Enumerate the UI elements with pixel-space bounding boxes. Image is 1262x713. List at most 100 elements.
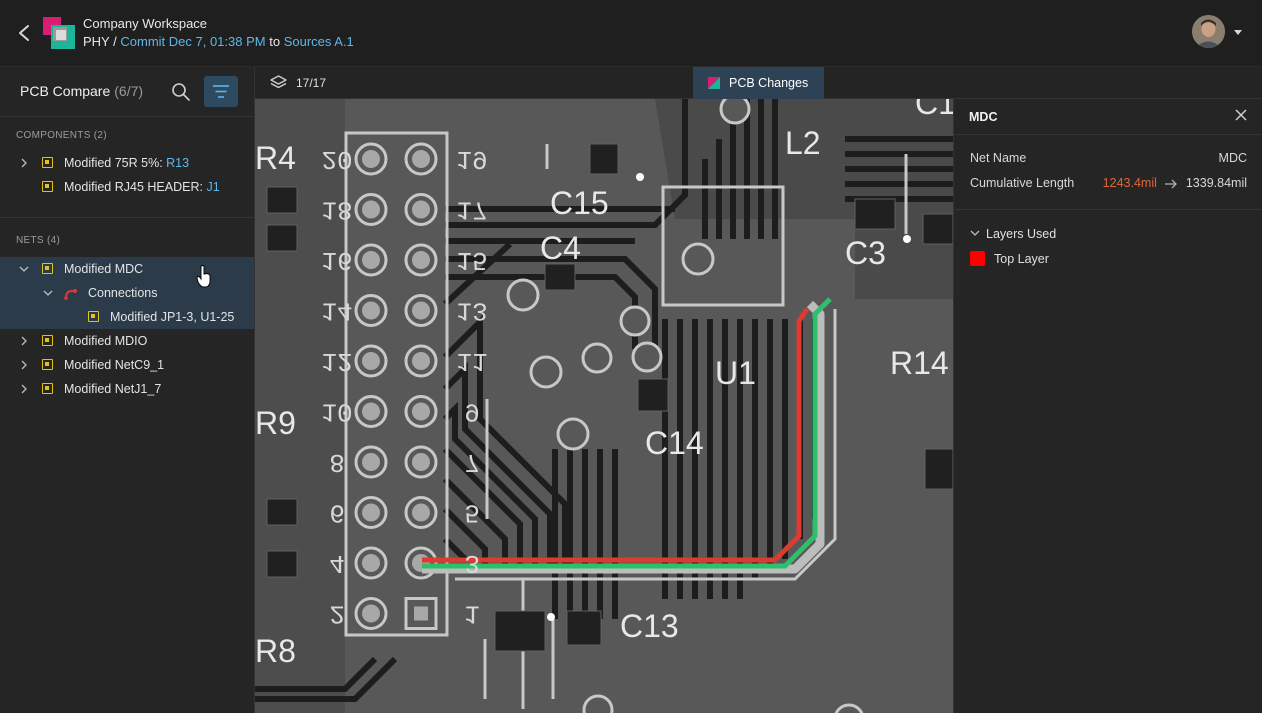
net-connections-item[interactable]: Connections	[0, 281, 254, 305]
pin-hole	[362, 402, 380, 421]
pin-hole	[362, 604, 380, 623]
pin-number-left: 8	[329, 447, 345, 477]
component-label: Modified RJ45 HEADER: J1	[64, 180, 220, 194]
pin-number-right: 11	[456, 346, 487, 376]
net-item-mdio[interactable]: Modified MDIO	[0, 329, 254, 353]
pin-hole	[412, 503, 430, 522]
pin-number-left: 14	[321, 296, 352, 326]
net-icon	[42, 359, 53, 370]
pin-number-left: 20	[321, 144, 352, 174]
pin-hole	[362, 301, 380, 320]
layer-count[interactable]: 17/17	[296, 76, 326, 90]
cumulative-length-label: Cumulative Length	[970, 176, 1075, 190]
component-label: Modified 75R 5%: R13	[64, 156, 190, 170]
pin-number-left: 10	[321, 397, 352, 427]
net-item-netc9[interactable]: Modified NetC9_1	[0, 353, 254, 377]
canvas-toolbar: 17/17 PCB Changes	[255, 67, 1262, 99]
net-label: Modified NetJ1_7	[64, 382, 162, 396]
pin-hole	[362, 554, 380, 572]
inspector-header: MDC	[954, 99, 1262, 135]
designator-r8: R8	[255, 633, 296, 669]
pin-number-left: 6	[329, 498, 345, 528]
sidebar-title-text: PCB Compare	[20, 83, 111, 99]
layer-name: Top Layer	[994, 252, 1049, 266]
component-item-j1[interactable]: Modified RJ45 HEADER: J1	[0, 175, 254, 199]
chevron-right-icon[interactable]	[19, 360, 29, 370]
component-icon	[42, 181, 53, 192]
pin-number-right: 5	[464, 498, 480, 528]
chevron-down-icon[interactable]	[19, 264, 29, 274]
nets-section-label: NETS (4)	[16, 235, 61, 246]
chevron-right-icon[interactable]	[19, 158, 29, 168]
to-word: to	[269, 34, 281, 49]
net-label: Modified MDIO	[64, 334, 148, 348]
sidebar-title: PCB Compare (6/7)	[20, 83, 143, 99]
net-name-row: Net Name MDC	[970, 151, 1247, 165]
layers-used-label: Layers Used	[986, 227, 1057, 241]
top-header: Company Workspace PHY / Commit Dec 7, 01…	[0, 0, 1262, 67]
target-link[interactable]: Sources A.1	[284, 34, 354, 49]
arrow-right-icon	[1165, 179, 1178, 189]
net-label: Modified MDC	[64, 262, 144, 276]
workspace-logo-icon	[43, 17, 75, 49]
search-icon[interactable]	[171, 82, 191, 102]
pcb-changes-icon	[708, 77, 720, 89]
net-item-netj1[interactable]: Modified NetJ1_7	[0, 377, 254, 401]
pin-hole	[412, 200, 430, 219]
pcb-canvas[interactable]: 20 19 18 17 16 15 14 13 12 11 10 9 8 7 6 5 4 3 2 1 C15 C4 L2 C3…	[255, 99, 953, 713]
component-ref-link[interactable]: J1	[206, 180, 219, 194]
tab-pcb-changes-label: PCB Changes	[729, 76, 809, 90]
pcb-board-view[interactable]: 20 19 18 17 16 15 14 13 12 11 10 9 8 7 6 5 4 3 2 1 C15 C4 L2 C3…	[255, 99, 953, 713]
pin-hole	[412, 352, 430, 370]
pin-hole	[412, 453, 430, 471]
pin-hole	[362, 503, 380, 522]
net-connection-item[interactable]: Modified JP1-3, U1-25	[0, 305, 254, 329]
breadcrumb-separator: /	[113, 34, 117, 49]
layers-icon[interactable]	[270, 75, 287, 91]
layers-used-toggle[interactable]: Layers Used	[970, 227, 1056, 241]
designator-c13: C13	[620, 608, 679, 644]
sidebar: PCB Compare (6/7) COMPONENTS (2) Modified…	[0, 67, 255, 713]
net-item-mdc[interactable]: Modified MDC	[0, 257, 254, 281]
net-icon	[42, 263, 53, 274]
filter-button[interactable]	[204, 76, 238, 107]
component-ref-link[interactable]: R13	[166, 156, 189, 170]
pin-number-right: 15	[456, 245, 487, 275]
connection-icon	[64, 289, 77, 300]
pin-number-left: 12	[321, 346, 352, 376]
workspace-name: Company Workspace	[83, 16, 208, 31]
user-avatar[interactable]	[1192, 15, 1225, 48]
chevron-down-icon[interactable]	[43, 288, 53, 298]
inspector-title: MDC	[969, 110, 998, 124]
pin-hole	[414, 606, 428, 621]
commit-link[interactable]: Commit Dec 7, 01:38 PM	[120, 34, 265, 49]
pin-number-right: 3	[464, 548, 480, 578]
components-section-label: COMPONENTS (2)	[16, 130, 107, 141]
account-menu-caret-icon[interactable]	[1233, 27, 1243, 37]
designator-r14: R14	[890, 345, 949, 381]
connection-item-icon	[88, 311, 99, 322]
net-label: Modified NetC9_1	[64, 358, 165, 372]
back-arrow-icon[interactable]	[14, 22, 34, 44]
section-divider	[0, 217, 254, 218]
pin-hole	[362, 251, 380, 269]
close-icon[interactable]	[1235, 109, 1247, 121]
pin-hole	[362, 453, 380, 471]
connections-label: Connections	[88, 286, 158, 300]
pin-number-right: 1	[464, 599, 480, 629]
sidebar-header: PCB Compare (6/7)	[0, 67, 254, 117]
chevron-right-icon[interactable]	[19, 336, 29, 346]
pin-number-left: 4	[329, 548, 345, 578]
pin-number-left: 16	[321, 245, 352, 275]
tab-pcb-changes[interactable]: PCB Changes	[693, 67, 824, 99]
pin-number-right: 17	[456, 195, 487, 225]
pin-hole	[412, 301, 430, 320]
project-name[interactable]: PHY	[83, 34, 110, 49]
component-item-r13[interactable]: Modified 75R 5%: R13	[0, 151, 254, 175]
pin-hole	[362, 150, 380, 168]
component-icon	[42, 157, 53, 168]
chevron-right-icon[interactable]	[19, 384, 29, 394]
chevron-down-icon	[970, 230, 980, 236]
connection-item-label: Modified JP1-3, U1-25	[110, 310, 235, 324]
pin-number-right: 13	[456, 296, 487, 326]
